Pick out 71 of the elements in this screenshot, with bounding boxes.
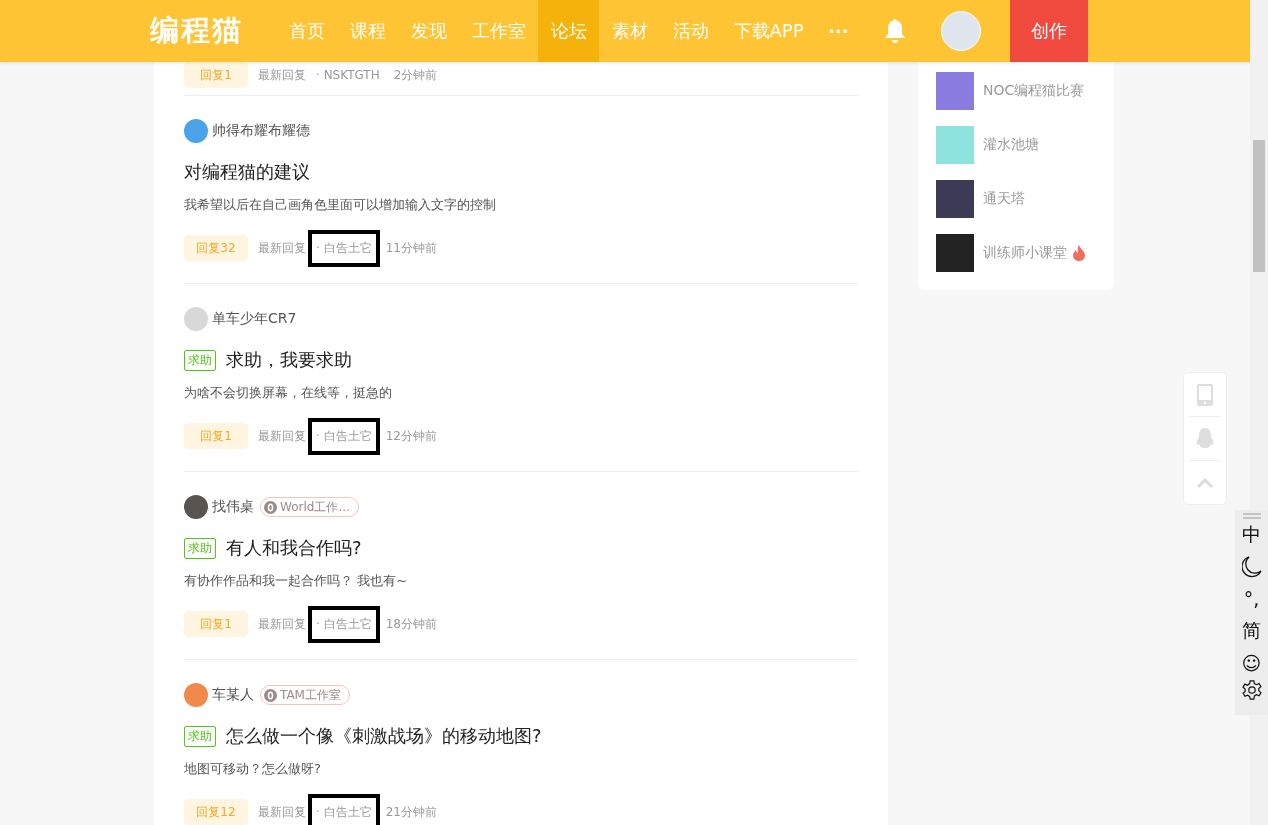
author-name[interactable]: 单车少年CR7 (212, 310, 297, 328)
ime-key[interactable]: 简 (1236, 615, 1267, 647)
nav-tab[interactable]: 素材 (599, 0, 660, 62)
nav-tab[interactable]: 论坛 (538, 0, 599, 62)
board-thumbnail[interactable] (936, 126, 974, 164)
drag-handle-icon[interactable] (1242, 513, 1261, 519)
nav-tab[interactable]: 发现 (398, 0, 459, 62)
latest-reply-label: 最新回复 (258, 615, 306, 633)
post-title[interactable]: 求助，我要求助 (226, 348, 352, 372)
latest-reply-label: 最新回复 (258, 427, 306, 445)
post-description: 我希望以后在自己画角色里面可以增加输入文字的控制 (184, 196, 497, 214)
reply-count[interactable]: 回复32 (184, 235, 248, 261)
author-avatar[interactable] (184, 495, 208, 519)
board-thumbnail[interactable] (936, 72, 974, 110)
post-description: 有协作作品和我一起合作吗？ 我也有~ (184, 572, 409, 590)
author-name[interactable]: 车某人 (212, 686, 254, 704)
latest-reply-user[interactable]: · 白告土它 (308, 229, 380, 267)
moon-icon[interactable] (1241, 556, 1262, 578)
reply-count[interactable]: 回复1 (184, 62, 248, 88)
post-tag: 求助 (184, 349, 216, 371)
post-title[interactable]: 有人和我合作吗? (226, 536, 362, 560)
board-link[interactable]: 通天塔 (983, 190, 1025, 208)
latest-reply-label: 最新回复 (258, 239, 306, 257)
board-link[interactable]: NOC编程猫比赛 (983, 82, 1085, 100)
latest-reply-user[interactable]: · 白告土它 (308, 793, 380, 825)
latest-reply-user[interactable]: · 白告土它 (308, 605, 380, 643)
board-thumbnail[interactable] (936, 180, 974, 218)
reply-count[interactable]: 回复1 (184, 423, 248, 449)
board-link[interactable]: 训练师小课堂 (983, 244, 1067, 262)
post-description: 为啥不会切换屏幕，在线等，挺急的 (184, 384, 393, 402)
ime-key[interactable]: °, (1236, 583, 1267, 615)
board-link[interactable]: 灌水池塘 (983, 136, 1039, 154)
settings-icon[interactable] (1240, 679, 1263, 701)
mobile-icon[interactable] (1197, 383, 1213, 406)
latest-reply-user[interactable]: · 白告土它 (308, 417, 380, 455)
post-title[interactable]: 对编程猫的建议 (184, 160, 310, 184)
post-time: 11分钟前 (385, 239, 437, 257)
board-thumbnail[interactable] (936, 234, 974, 272)
user-avatar[interactable] (940, 11, 981, 51)
post-time: 12分钟前 (385, 427, 437, 445)
author-name[interactable]: 找伟桌 (212, 498, 254, 516)
nav-tab[interactable]: 课程 (337, 0, 398, 62)
ime-key[interactable]: ☺ (1236, 647, 1267, 679)
post-tag: 求助 (184, 725, 216, 747)
more-menu[interactable]: ··· (828, 20, 849, 42)
nav-tab[interactable]: 活动 (660, 0, 721, 62)
nav-tab[interactable]: 下载APP (721, 0, 817, 62)
ime-key[interactable]: 中 (1236, 519, 1267, 551)
post-time: 18分钟前 (385, 615, 437, 633)
post-time: 2分钟前 (393, 66, 438, 84)
bell-icon[interactable] (882, 18, 907, 44)
post-title[interactable]: 怎么做一个像《刺激战场》的移动地图? (226, 724, 542, 748)
site-logo[interactable]: 编程猫 (150, 11, 262, 51)
latest-reply-user[interactable]: · NSKTGTH (308, 68, 388, 82)
reply-count[interactable]: 回复1 (184, 611, 248, 637)
flame-icon (1072, 245, 1086, 261)
penguin-icon[interactable] (1196, 427, 1214, 450)
scrollbar-thumb[interactable] (1253, 140, 1265, 272)
latest-reply-label: 最新回复 (258, 803, 306, 821)
post-tag: 求助 (184, 537, 216, 559)
create-button[interactable]: 创作 (1009, 0, 1088, 62)
reply-count[interactable]: 回复12 (184, 799, 248, 825)
post-description: 地图可移动？怎么做呀? (184, 760, 322, 778)
back-to-top-icon[interactable] (1197, 477, 1213, 488)
nav-tab[interactable]: 首页 (276, 0, 337, 62)
studio-icon (264, 688, 277, 702)
post-time: 21分钟前 (385, 803, 437, 821)
studio-icon (264, 500, 277, 514)
latest-reply-label: 最新回复 (258, 66, 306, 84)
author-name[interactable]: 帅得布耀布耀德 (212, 122, 310, 140)
nav-tab[interactable]: 工作室 (459, 0, 538, 62)
